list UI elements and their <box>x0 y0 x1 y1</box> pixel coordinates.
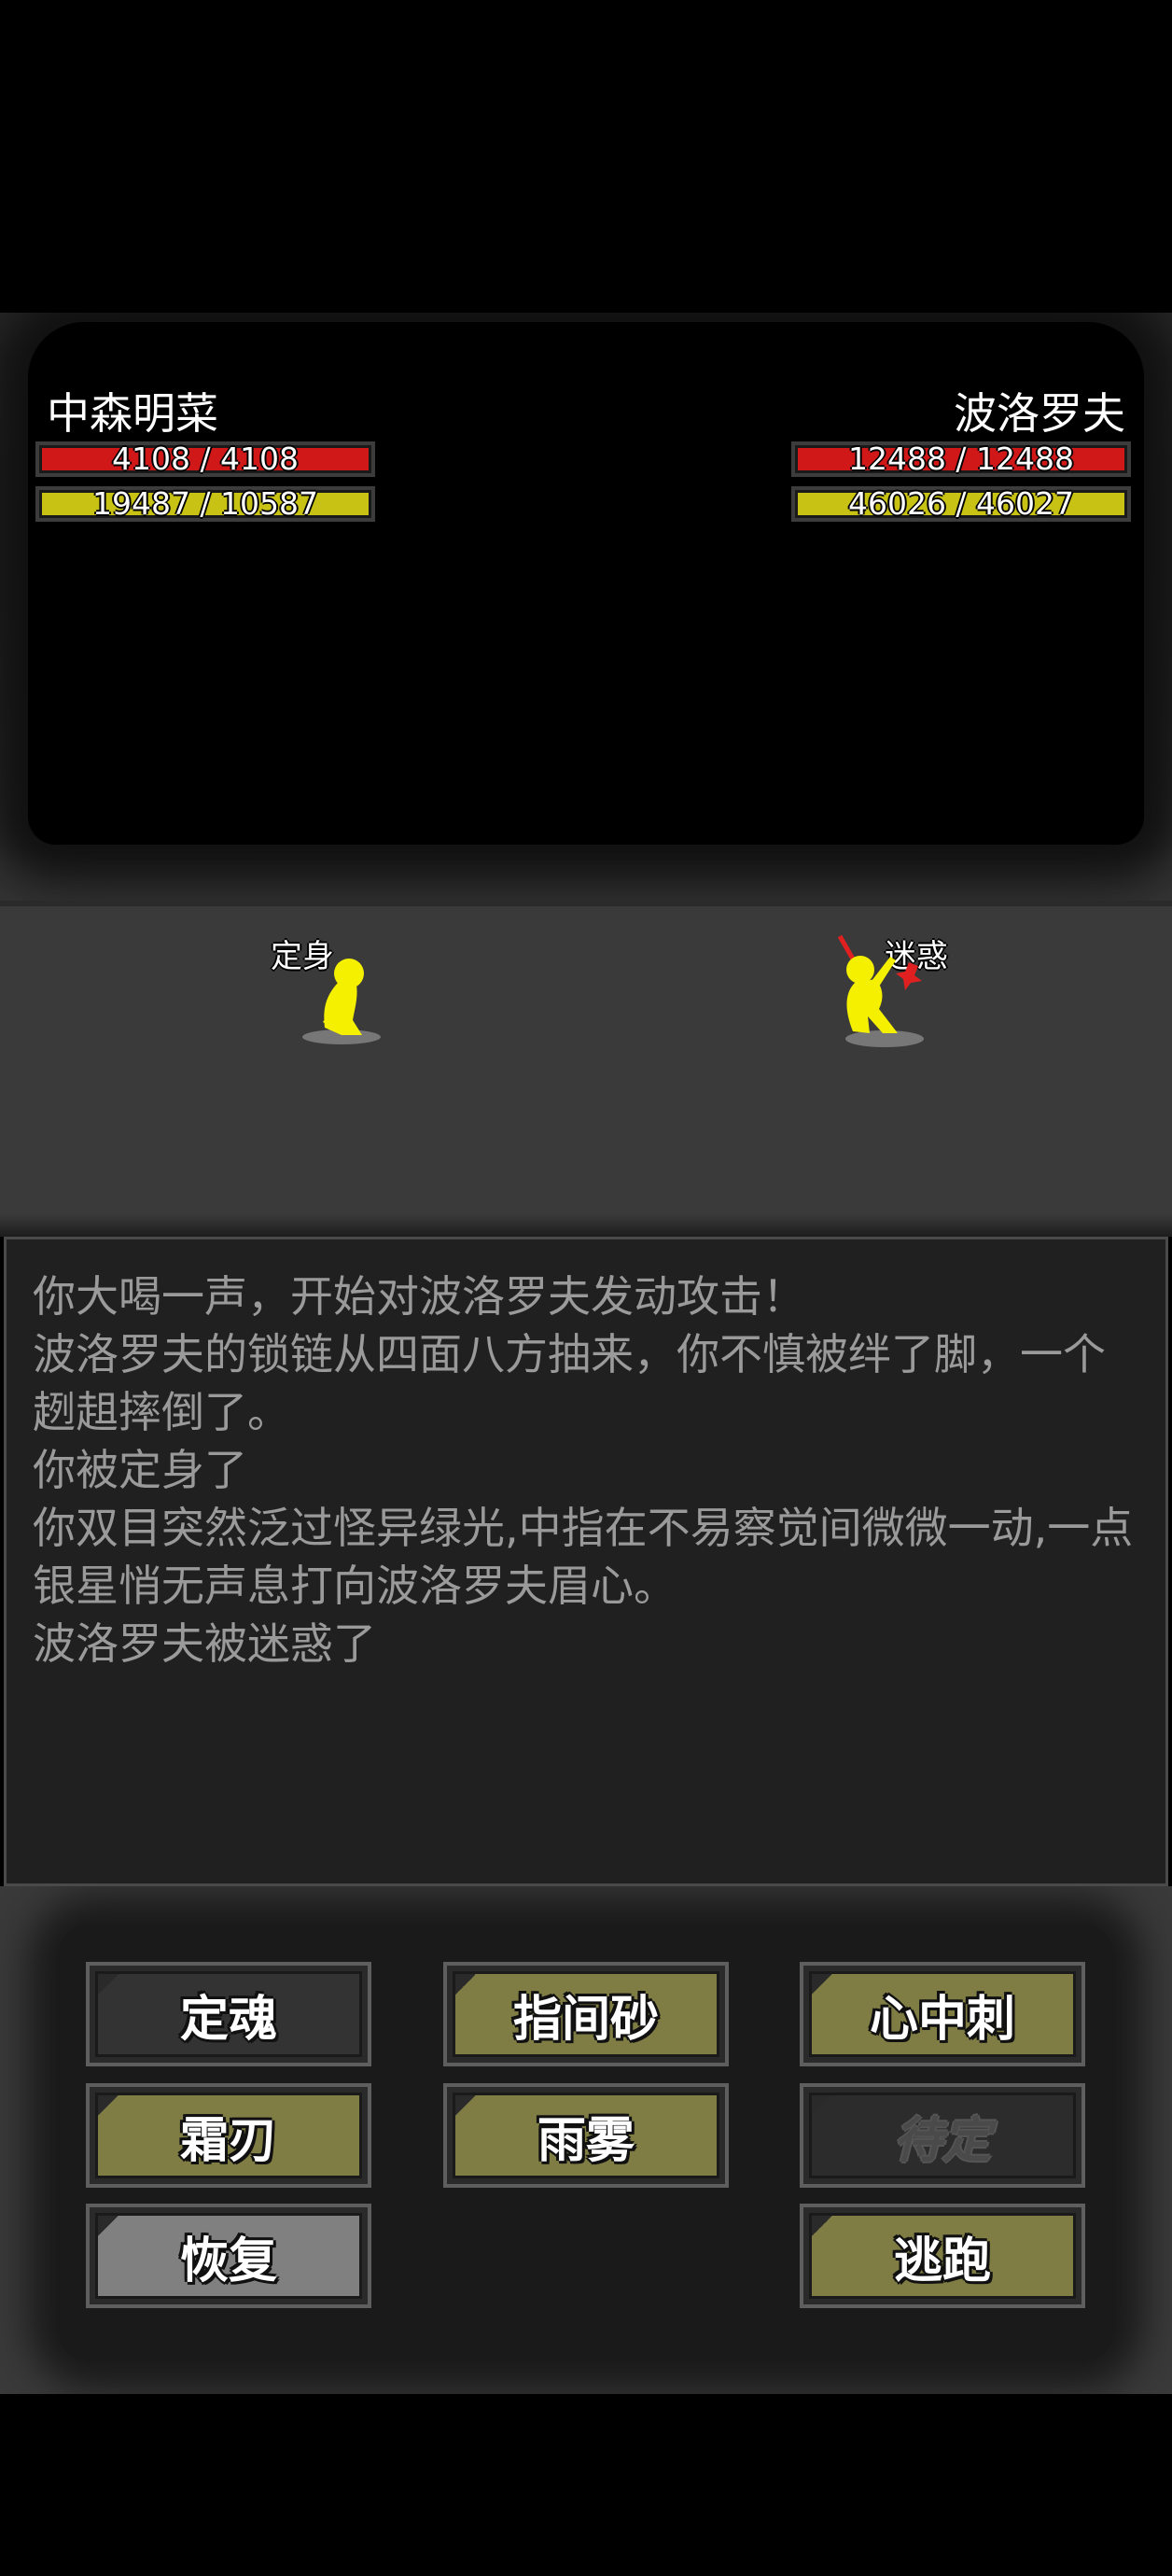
skill-daiding-label: 待定 <box>809 2093 1076 2178</box>
recover-label: 恢复 <box>95 2213 362 2299</box>
enemy-hp-text: 12488 / 12488 <box>847 441 1075 477</box>
enemy-mp-text: 46026 / 46027 <box>847 485 1075 522</box>
flee-label: 逃跑 <box>809 2213 1076 2299</box>
battle-log: 你大喝一声，开始对波洛罗夫发动攻击！ 波洛罗夫的锁链从四面八方抽来，你不慎被绊了… <box>4 1237 1168 1886</box>
battle-scene: 中森明菜 4108 / 4108 19487 / 10587 波洛罗夫 1248… <box>0 313 1172 1237</box>
command-panel: 定魂 指间砂 心中刺 霜刃 雨雾 待定 恢复 逃跑 <box>0 1886 1172 2394</box>
player-hp-bar: 4108 / 4108 <box>35 441 375 477</box>
player-mp-text: 19487 / 10587 <box>91 485 319 522</box>
flee-button[interactable]: 逃跑 <box>800 2204 1085 2308</box>
enemy-name: 波洛罗夫 <box>954 388 1125 439</box>
skill-shuangren-button[interactable]: 霜刃 <box>86 2083 371 2188</box>
log-line: 你双目突然泛过怪异绿光,中指在不易察觉间微微一动,一点银星悄无声息打向波洛罗夫眉… <box>33 1503 1134 1611</box>
skill-yuwu-button[interactable]: 雨雾 <box>443 2083 729 2188</box>
player-mp-bar: 19487 / 10587 <box>35 486 375 522</box>
enemy-mp-bar: 46026 / 46027 <box>791 486 1131 522</box>
skill-shuangren-label: 霜刃 <box>95 2093 362 2178</box>
enemy-hp-bar: 12488 / 12488 <box>791 441 1131 477</box>
skill-xinzhongci-label: 心中刺 <box>809 1971 1076 2057</box>
skill-xinzhongci-button[interactable]: 心中刺 <box>800 1962 1085 2066</box>
skill-daiding-button: 待定 <box>800 2083 1085 2188</box>
skill-dinghun-label: 定魂 <box>95 1971 362 2057</box>
recover-button[interactable]: 恢复 <box>86 2204 371 2308</box>
log-line: 你被定身了 <box>33 1445 247 1495</box>
top-letterbox <box>0 0 1172 313</box>
log-line: 波洛罗夫被迷惑了 <box>33 1618 376 1669</box>
ground <box>0 901 1172 1237</box>
player-fighter-icon <box>302 959 381 1044</box>
bottom-letterbox <box>0 2394 1172 2576</box>
skill-zhijiansha-button[interactable]: 指间砂 <box>443 1962 729 2066</box>
log-line: 波洛罗夫的锁链从四面八方抽来，你不慎被绊了脚，一个趔趄摔倒了。 <box>33 1329 1106 1437</box>
skill-yuwu-label: 雨雾 <box>453 2093 719 2178</box>
player-name: 中森明菜 <box>47 388 218 439</box>
skill-zhijiansha-label: 指间砂 <box>453 1971 719 2057</box>
skill-dinghun-button[interactable]: 定魂 <box>86 1962 371 2066</box>
enemy-fighter-icon <box>837 934 924 1047</box>
log-line: 你大喝一声，开始对波洛罗夫发动攻击！ <box>33 1271 805 1322</box>
player-hp-text: 4108 / 4108 <box>111 441 300 477</box>
